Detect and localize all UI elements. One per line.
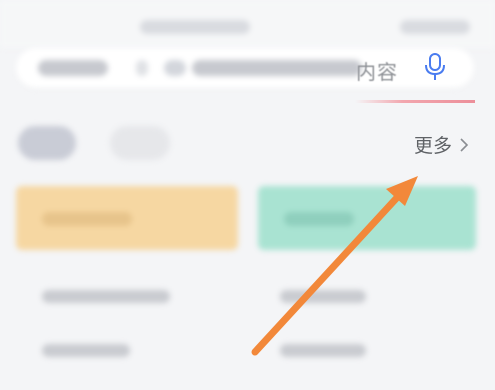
pointer-arrow-icon [251,176,418,356]
